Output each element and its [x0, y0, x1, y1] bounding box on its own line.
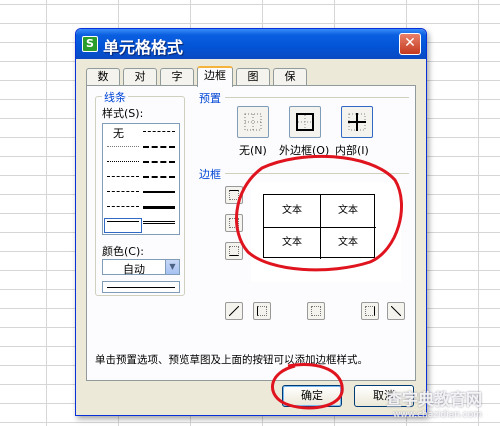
line-style-item[interactable]	[143, 206, 175, 215]
line-style-none[interactable]: 无	[113, 125, 124, 141]
line-style-item-selected[interactable]	[104, 218, 142, 233]
tab-alignment[interactable]: 对齐	[123, 68, 157, 99]
watermark: 查字典教育网 www.chazidian.com	[386, 386, 482, 420]
border-diagonal-down-button[interactable]	[387, 302, 405, 320]
dialog-titlebar: S 单元格格式 ✕	[76, 29, 426, 59]
diagonal-down-icon	[391, 306, 401, 316]
ok-button[interactable]: 确定	[282, 385, 342, 407]
watermark-main: 查字典教育网	[385, 390, 482, 409]
line-group-title: 线条	[102, 89, 128, 105]
preset-none-icon	[244, 113, 262, 131]
preview-cell: 文本	[338, 237, 358, 248]
tab-border[interactable]: 边框	[197, 66, 233, 87]
format-cells-dialog: S 单元格格式 ✕ 数字 对齐 字体 边框 图案 保护 线条 样式(S): 无	[75, 28, 427, 416]
line-style-item[interactable]	[107, 146, 139, 155]
preview-cell: 文本	[338, 205, 358, 216]
preview-cell: 文本	[282, 205, 302, 216]
chevron-down-icon[interactable]: ▼	[165, 260, 179, 274]
color-select-value: 自动	[123, 263, 145, 276]
border-top-button[interactable]	[225, 186, 243, 204]
preset-outline-icon	[296, 113, 314, 131]
preview-table: 文本 文本 文本 文本	[263, 194, 376, 259]
preview-cell: 文本	[282, 237, 302, 248]
preset-outline-button[interactable]	[289, 106, 321, 138]
line-style-item[interactable]	[143, 221, 175, 230]
watermark-url: www.chazidian.com	[392, 410, 482, 420]
preview-inner-horizontal-line	[264, 227, 376, 228]
border-top-icon	[229, 190, 239, 200]
border-preview[interactable]: 文本 文本 文本 文本	[251, 182, 401, 282]
border-middle-vertical-icon	[311, 306, 321, 316]
tab-number[interactable]: 数字	[86, 68, 120, 99]
close-button[interactable]: ✕	[399, 33, 421, 55]
color-select[interactable]: 自动 ▼	[102, 259, 180, 276]
preset-inside-icon	[348, 113, 366, 131]
app-icon: S	[82, 36, 98, 52]
border-divider	[225, 173, 409, 174]
preset-none-label: 无(N)	[239, 144, 267, 157]
preset-none-button[interactable]	[237, 106, 269, 138]
line-style-item[interactable]	[143, 146, 175, 155]
preset-inside-button[interactable]	[341, 106, 373, 138]
style-label: 样式(S):	[102, 107, 144, 120]
line-style-list[interactable]: 无	[102, 123, 180, 235]
hint-text: 单击预置选项、预览草图及上面的按钮可以添加边框样式。	[95, 354, 368, 366]
tab-protection[interactable]: 保护	[273, 68, 307, 99]
color-label: 颜色(C):	[102, 245, 144, 258]
preset-inside-label: 内部(I)	[335, 144, 369, 157]
line-style-item[interactable]	[107, 206, 139, 215]
preset-section-title: 预置	[199, 92, 221, 105]
border-bottom-button[interactable]	[225, 242, 243, 260]
border-section-title: 边框	[199, 168, 221, 181]
tab-pattern[interactable]: 图案	[236, 68, 270, 99]
border-left-button[interactable]	[253, 302, 271, 320]
line-group: 线条 样式(S): 无 颜色(C): 自动 ▼	[95, 89, 185, 296]
border-middle-vertical-button[interactable]	[307, 302, 325, 320]
line-style-item[interactable]	[107, 176, 139, 185]
border-middle-horizontal-icon	[229, 218, 239, 228]
line-style-item[interactable]	[143, 161, 175, 170]
border-left-icon	[257, 306, 267, 316]
border-diagonal-up-button[interactable]	[225, 302, 243, 320]
line-style-item[interactable]	[107, 161, 139, 170]
preset-outline-label: 外边框(O)	[279, 144, 330, 157]
tab-bar: 数字 对齐 字体 边框 图案 保护	[86, 66, 416, 99]
line-style-item[interactable]	[107, 191, 139, 200]
tab-font[interactable]: 字体	[160, 68, 194, 99]
border-middle-horizontal-button[interactable]	[225, 214, 243, 232]
line-style-item[interactable]	[143, 176, 175, 185]
border-bottom-icon	[229, 246, 239, 256]
border-tab-panel: 线条 样式(S): 无 颜色(C): 自动 ▼ 预置 无(N) 外边框(O) 内…	[86, 85, 416, 381]
line-style-item[interactable]	[143, 131, 175, 140]
line-style-item[interactable]	[143, 191, 175, 200]
diagonal-up-icon	[229, 306, 239, 316]
dialog-title: 单元格格式	[103, 38, 184, 57]
border-right-button[interactable]	[361, 302, 379, 320]
border-right-icon	[365, 306, 375, 316]
preset-divider	[225, 97, 409, 98]
color-preview	[102, 281, 180, 293]
